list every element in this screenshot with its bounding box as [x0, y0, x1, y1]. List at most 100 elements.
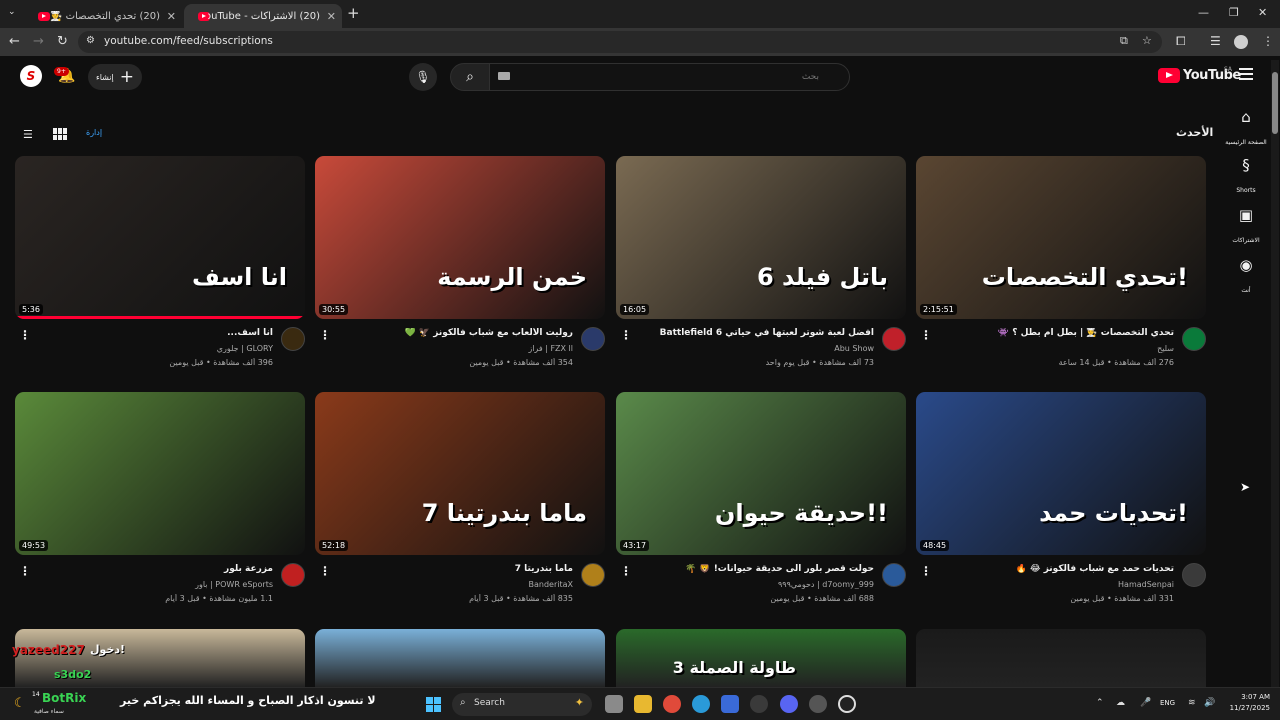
more-actions-icon[interactable]: ⋮	[920, 328, 932, 342]
menu-icon[interactable]	[1239, 68, 1253, 83]
list-view-icon[interactable]: ☰	[23, 128, 33, 141]
more-actions-icon[interactable]: ⋮	[319, 564, 331, 578]
close-window-icon[interactable]: ✕	[1258, 6, 1267, 19]
channel-name[interactable]: BanderitaX	[333, 580, 574, 589]
reload-icon[interactable]: ↻	[57, 34, 68, 49]
channel-name[interactable]: GLORY | جلوري	[33, 344, 273, 353]
page-scrollbar[interactable]	[1271, 60, 1279, 687]
account-avatar[interactable]: S	[20, 65, 42, 87]
tab-inactive[interactable]: (20) تحدي التخصصات 👨‍🍳 | بطل ✕	[24, 4, 182, 28]
chrome-icon[interactable]	[663, 695, 681, 713]
video-title[interactable]: تحدي التخصصات 👨‍🍳 | بطل أم بطل ؟ 👾	[934, 328, 1174, 338]
channel-name[interactable]: FZX ll | فراز	[333, 344, 573, 353]
scrollbar-thumb[interactable]	[1272, 72, 1278, 134]
rail-item-you[interactable]: ◉ أنت	[1222, 256, 1270, 296]
video-thumbnail[interactable]	[315, 629, 605, 687]
channel-name[interactable]: POWR eSports | باور	[33, 580, 273, 589]
youtube-logo[interactable]: YouTube SA	[1158, 66, 1241, 83]
video-thumbnail[interactable]: ماما بندرتينا 7 52:18	[315, 392, 605, 555]
task-view-icon[interactable]	[605, 695, 623, 713]
search-button[interactable]: ⌕	[450, 63, 490, 91]
extensions-icon[interactable]: ⧠	[1176, 34, 1186, 49]
app-icon-2[interactable]	[809, 695, 827, 713]
more-actions-icon[interactable]: ⋮	[920, 564, 932, 578]
video-card[interactable]: تحديات حمد! 48:45 تحديات حمد مع شباب فالكو…	[916, 392, 1206, 619]
browser-menu-icon[interactable]: ⋮	[1262, 34, 1274, 48]
manage-link[interactable]: إدارة	[86, 128, 102, 137]
video-thumbnail[interactable]: تحديات حمد! 48:45	[916, 392, 1206, 555]
video-thumbnail[interactable]: تحدي التخصصات! 2:15:51	[916, 156, 1206, 319]
profile-avatar-icon[interactable]	[1234, 35, 1248, 49]
forward-icon[interactable]: →	[33, 34, 44, 49]
bookmark-star-icon[interactable]: ☆	[1142, 34, 1152, 47]
channel-avatar[interactable]	[882, 327, 906, 351]
onedrive-icon[interactable]: ☁	[1116, 698, 1125, 708]
close-icon[interactable]: ✕	[167, 10, 176, 23]
minimize-icon[interactable]: —	[1198, 6, 1209, 19]
install-app-icon[interactable]: ⧉	[1120, 34, 1128, 48]
video-card[interactable]: تحدي التخصصات! 2:15:51 تحدي التخصصات 👨‍🍳 |…	[916, 156, 1206, 383]
video-thumbnail[interactable]	[916, 629, 1206, 687]
more-actions-icon[interactable]: ⋮	[19, 564, 31, 578]
address-bar[interactable]: ⚙ youtube.com/feed/subscriptions ⧉ ☆	[78, 31, 1162, 53]
windows-start-icon[interactable]	[426, 697, 441, 712]
video-title[interactable]: روليت الألعاب مع شباب فالكونز 🦅 💚	[333, 328, 573, 338]
store-icon[interactable]	[721, 695, 739, 713]
tab-search-icon[interactable]: ⌄	[8, 7, 16, 17]
video-title[interactable]: مزرعة بلور	[33, 564, 273, 574]
tray-chevron-icon[interactable]: ⌃	[1096, 698, 1104, 708]
channel-avatar[interactable]	[581, 563, 605, 587]
channel-avatar[interactable]	[281, 563, 305, 587]
search-input[interactable]	[490, 64, 849, 90]
channel-avatar[interactable]	[1182, 327, 1206, 351]
video-thumbnail[interactable]: انا اسف 5:36	[15, 156, 305, 319]
clock-date[interactable]: 11/27/2025	[1218, 704, 1270, 712]
video-title[interactable]: تحديات حمد مع شباب فالكونز 😂 🔥	[934, 564, 1174, 574]
input-language[interactable]: ENG	[1160, 699, 1175, 707]
search-box[interactable]	[489, 63, 850, 91]
clock-time[interactable]: 3:07 AM	[1226, 693, 1270, 701]
rail-item-shorts[interactable]: § Shorts	[1222, 156, 1270, 196]
video-card[interactable]: باتل فيلد 6 16:05 أفضل لعبة شوتر لعبتها في…	[616, 156, 906, 383]
video-thumbnail[interactable]: 49:53	[15, 392, 305, 555]
video-thumbnail[interactable]: طاولة الصملة 3	[616, 629, 906, 687]
grid-view-icon[interactable]	[53, 128, 67, 140]
obs-icon[interactable]	[838, 695, 856, 713]
back-icon[interactable]: ←	[9, 34, 20, 49]
discord-icon[interactable]	[780, 695, 798, 713]
restore-icon[interactable]: ❐	[1229, 6, 1239, 19]
channel-name[interactable]: d7oomy_999 | دحومي٩٩٩	[634, 580, 874, 589]
video-card[interactable]: انا اسف 5:36 انا اسف... GLORY | جلوري 396 أل…	[15, 156, 305, 383]
channel-name[interactable]: سلّيح	[934, 344, 1174, 353]
rail-item-home[interactable]: ⌂ الصفحة الرئيسية	[1222, 108, 1270, 148]
channel-avatar[interactable]	[581, 327, 605, 351]
app-icon[interactable]	[750, 695, 768, 713]
close-icon[interactable]: ✕	[327, 10, 336, 23]
volume-icon[interactable]: 🔊	[1204, 698, 1215, 708]
mic-tray-icon[interactable]: 🎤	[1140, 698, 1151, 708]
video-title[interactable]: انا اسف...	[33, 328, 273, 338]
channel-avatar[interactable]	[1182, 563, 1206, 587]
more-actions-icon[interactable]: ⋮	[620, 564, 632, 578]
more-actions-icon[interactable]: ⋮	[19, 328, 31, 342]
voice-search-button[interactable]: 🎙	[409, 63, 437, 91]
taskbar-search[interactable]: ⌕ Search ✦	[452, 693, 592, 716]
more-actions-icon[interactable]: ⋮	[319, 328, 331, 342]
channel-name[interactable]: Abu Show	[634, 344, 874, 353]
video-card[interactable]: حديقة حيوان!! 43:17 حولت قصر بلور الى حديق…	[616, 392, 906, 619]
tab-active[interactable]: (20) الاشتراكات - YouTube ✕	[184, 4, 342, 28]
video-card[interactable]: ماما بندرتينا 7 52:18 ماما بندريتا 7 Bander…	[315, 392, 605, 619]
video-title[interactable]: أفضل لعبة شوتر لعبتها في حياتي Battlefie…	[634, 328, 874, 338]
video-thumbnail[interactable]: باتل فيلد 6 16:05	[616, 156, 906, 319]
edge-icon[interactable]	[692, 695, 710, 713]
more-actions-icon[interactable]: ⋮	[620, 328, 632, 342]
rail-item-subscriptions[interactable]: ▣ الاشتراكات	[1222, 206, 1270, 246]
channel-avatar[interactable]	[882, 563, 906, 587]
site-info-icon[interactable]: ⚙	[86, 35, 95, 46]
reading-list-icon[interactable]: ☰	[1210, 34, 1221, 48]
video-thumbnail[interactable]: خمن الرسمة 30:55	[315, 156, 605, 319]
video-card[interactable]: خمن الرسمة 30:55 روليت الألعاب مع شباب فال…	[315, 156, 605, 383]
file-explorer-icon[interactable]	[634, 695, 652, 713]
video-title[interactable]: ماما بندريتا 7	[333, 564, 573, 574]
channel-avatar[interactable]	[281, 327, 305, 351]
